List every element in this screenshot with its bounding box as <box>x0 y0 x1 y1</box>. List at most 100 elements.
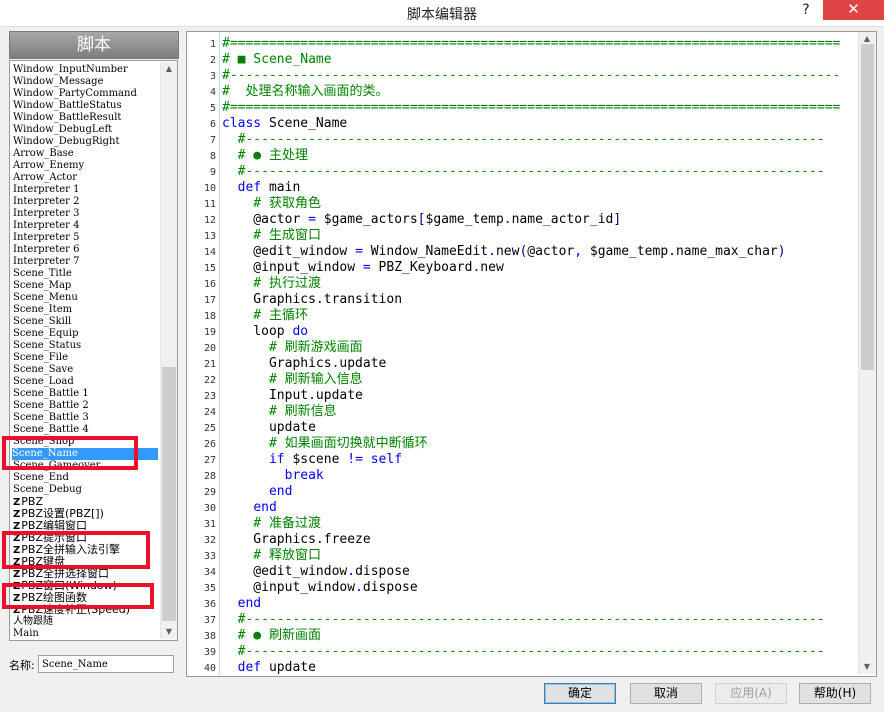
code-line[interactable]: #=======================================… <box>222 100 840 116</box>
editor-scrollbar[interactable]: ▲ ▼ <box>858 32 876 674</box>
line-number: 27 <box>203 455 216 466</box>
script-list-item[interactable]: Scene_Map <box>13 280 158 292</box>
help-icon[interactable]: ? <box>791 0 821 22</box>
code-line[interactable]: # 获取角色 <box>222 196 321 212</box>
code-line[interactable]: def main <box>222 180 301 196</box>
script-list-item[interactable]: Main <box>13 628 158 640</box>
code-token: ] <box>613 212 622 227</box>
script-list-item[interactable]: Scene_Save <box>13 364 158 376</box>
script-list-item[interactable]: Scene_Battle 2 <box>13 400 158 412</box>
script-list-item[interactable]: Scene_Equip <box>13 328 158 340</box>
script-list-item[interactable]: Window_Message <box>13 76 158 88</box>
code-line[interactable]: @actor = $game_actors[$game_temp.name_ac… <box>222 212 621 228</box>
code-line[interactable]: @input_window = PBZ_Keyboard.new <box>222 260 503 276</box>
code-line[interactable]: # 执行过渡 <box>222 276 321 292</box>
code-line[interactable]: end <box>222 500 276 516</box>
code-line[interactable]: Graphics.update <box>222 356 386 372</box>
apply-button[interactable]: 应用(A) <box>715 683 787 704</box>
scroll-down-icon[interactable]: ▼ <box>161 625 177 639</box>
script-list-item[interactable]: Scene_Item <box>13 304 158 316</box>
scroll-thumb[interactable] <box>162 367 176 621</box>
code-line[interactable]: update <box>222 420 316 436</box>
code-line[interactable]: loop do <box>222 324 308 340</box>
code-line[interactable]: class Scene_Name <box>222 116 347 132</box>
code-line[interactable]: # 处理名称输入画面的类。 <box>222 84 388 100</box>
code-token: def <box>237 180 262 195</box>
code-line[interactable]: #---------------------------------------… <box>222 644 825 660</box>
code-line[interactable]: # 主循环 <box>222 308 308 324</box>
code-token: # ● 主处理 <box>222 148 308 163</box>
script-list-item[interactable]: Scene_Skill <box>13 316 158 328</box>
line-number: 7 <box>209 135 216 146</box>
close-icon[interactable]: ✕ <box>823 0 884 20</box>
script-list-item[interactable]: Interpreter 7 <box>13 256 158 268</box>
script-list-item[interactable]: Window_InputNumber <box>13 64 158 76</box>
code-editor[interactable]: 1 #======================================… <box>186 31 877 677</box>
code-line[interactable]: #---------------------------------------… <box>222 68 840 84</box>
code-line[interactable]: Graphics.transition <box>222 292 402 308</box>
code-line[interactable]: end <box>222 484 292 500</box>
script-list-item[interactable]: Window_DebugRight <box>13 136 158 148</box>
code-line[interactable]: # 如果画面切换就中断循环 <box>222 436 428 452</box>
scroll-up-icon[interactable]: ▲ <box>161 62 177 76</box>
line-number: 29 <box>203 487 216 498</box>
script-list-item[interactable]: Window_PartyCommand <box>13 88 158 100</box>
cancel-button[interactable]: 取消 <box>630 683 702 704</box>
code-line[interactable]: #---------------------------------------… <box>222 164 825 180</box>
script-list-item[interactable]: Window_BattleResult <box>13 112 158 124</box>
script-list-scrollbar[interactable]: ▲ ▼ <box>160 62 177 639</box>
script-list-item[interactable]: Window_BattleStatus <box>13 100 158 112</box>
help-button[interactable]: 帮助(H) <box>799 683 871 704</box>
script-list-item[interactable]: 人物跟随 <box>13 616 158 628</box>
code-line[interactable]: @edit_window = Window_NameEdit.new(@acto… <box>222 244 785 260</box>
script-list-item[interactable]: Arrow_Actor <box>13 172 158 184</box>
scroll-thumb[interactable] <box>861 44 874 370</box>
code-line[interactable]: # ● 刷新画面 <box>222 628 321 644</box>
code-line[interactable]: @input_window.dispose <box>222 580 417 596</box>
script-list-item[interactable]: Interpreter 6 <box>13 244 158 256</box>
script-list-item-label: Scene_File <box>13 352 68 363</box>
code-line[interactable]: @edit_window.dispose <box>222 564 410 580</box>
script-list-item[interactable]: Scene_Load <box>13 376 158 388</box>
code-line[interactable]: # 生成窗口 <box>222 228 321 244</box>
script-list-item[interactable]: Scene_End <box>13 472 158 484</box>
script-list-item[interactable]: Scene_Battle 1 <box>13 388 158 400</box>
script-list-item[interactable]: Interpreter 4 <box>13 220 158 232</box>
script-list-item[interactable]: Scene_Battle 4 <box>13 424 158 436</box>
script-list-item[interactable]: Scene_File <box>13 352 158 364</box>
code-token: , <box>574 244 583 259</box>
script-list-item[interactable]: Arrow_Enemy <box>13 160 158 172</box>
script-list-item[interactable]: Interpreter 1 <box>13 184 158 196</box>
script-list-item-label: Scene_End <box>13 472 69 483</box>
code-token: # 准备过渡 <box>222 516 321 531</box>
code-line[interactable]: end <box>222 596 261 612</box>
script-list-item[interactable]: Interpreter 2 <box>13 196 158 208</box>
code-line[interactable]: # 刷新输入信息 <box>222 372 363 388</box>
script-list-item[interactable]: Scene_Status <box>13 340 158 352</box>
code-line[interactable]: # 释放窗口 <box>222 548 321 564</box>
script-list-item[interactable]: Scene_Battle 3 <box>13 412 158 424</box>
code-line[interactable]: # 刷新游戏画面 <box>222 340 363 356</box>
code-line[interactable]: Input.update <box>222 388 363 404</box>
ok-button[interactable]: 确定 <box>544 683 616 704</box>
name-field[interactable]: Scene_Name <box>38 655 174 673</box>
code-line[interactable]: # ■ Scene_Name <box>222 52 332 68</box>
script-list-item[interactable]: Interpreter 3 <box>13 208 158 220</box>
code-line[interactable]: # ● 主处理 <box>222 148 308 164</box>
script-list-item[interactable]: Scene_Menu <box>13 292 158 304</box>
code-token: update <box>339 356 387 371</box>
code-line[interactable]: #---------------------------------------… <box>222 132 825 148</box>
script-list-item[interactable]: Window_DebugLeft <box>13 124 158 136</box>
script-list-item[interactable]: Interpreter 5 <box>13 232 158 244</box>
code-line[interactable]: def update <box>222 660 316 676</box>
code-line[interactable]: if $scene != self <box>222 452 402 468</box>
code-line[interactable]: # 刷新信息 <box>222 404 337 420</box>
code-line[interactable]: break <box>222 468 324 484</box>
code-line[interactable]: # 准备过渡 <box>222 516 321 532</box>
code-line[interactable]: Graphics.freeze <box>222 532 370 548</box>
scroll-down-icon[interactable]: ▼ <box>859 660 875 674</box>
script-list-item[interactable]: Scene_Title <box>13 268 158 280</box>
script-list-item[interactable]: Arrow_Base <box>13 148 158 160</box>
code-line[interactable]: #---------------------------------------… <box>222 612 825 628</box>
code-line[interactable]: #=======================================… <box>222 36 840 52</box>
